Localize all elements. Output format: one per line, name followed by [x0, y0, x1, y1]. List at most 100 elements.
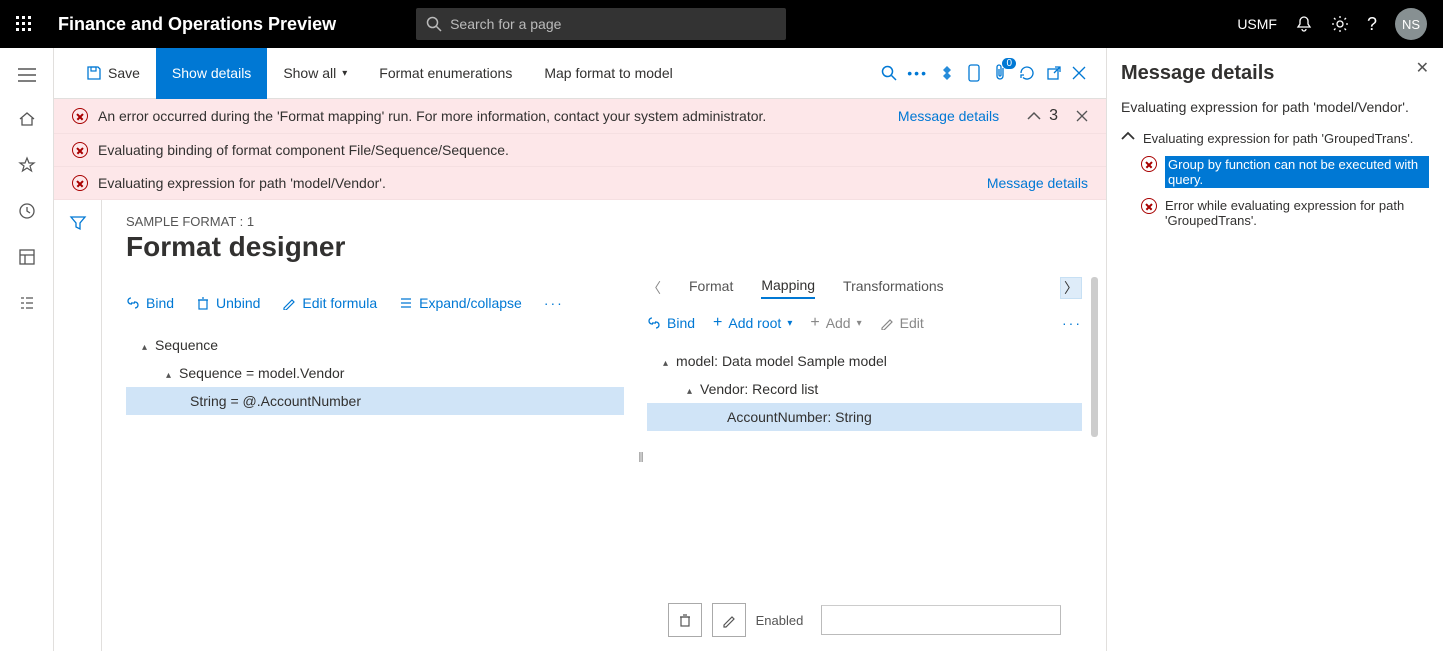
popout-icon[interactable] — [1046, 65, 1062, 81]
topbar: Finance and Operations Preview Search fo… — [0, 0, 1443, 48]
chevron-down-icon: ▾ — [787, 318, 792, 329]
error-row: Evaluating binding of format component F… — [54, 134, 1106, 167]
add-root-button[interactable]: +Add root▾ — [713, 315, 792, 331]
save-icon — [86, 65, 102, 81]
bell-icon[interactable] — [1295, 15, 1313, 33]
msg-text: Error while evaluating expression for pa… — [1165, 198, 1429, 228]
modules-icon[interactable] — [18, 294, 36, 312]
save-label: Save — [108, 65, 140, 81]
tree-node[interactable]: Sequence — [126, 331, 624, 359]
expand-collapse-button[interactable]: Expand/collapse — [399, 295, 522, 311]
message-details-link[interactable]: Message details — [987, 175, 1088, 191]
page-title: Format designer — [126, 231, 1082, 263]
error-text: Evaluating binding of format component F… — [98, 142, 509, 158]
error-icon — [1141, 198, 1157, 214]
filter-column — [54, 200, 102, 651]
star-icon[interactable] — [18, 156, 36, 174]
tab-transformations[interactable]: Transformations — [843, 278, 944, 298]
global-search[interactable]: Search for a page — [416, 8, 786, 40]
tree-node-selected[interactable]: String = @.AccountNumber — [126, 387, 624, 415]
edit-button[interactable] — [712, 603, 746, 637]
splitter-vertical[interactable]: ‖ — [636, 277, 646, 637]
format-enumerations-button[interactable]: Format enumerations — [363, 48, 528, 99]
message-details-panel: ✕ Message details Evaluating expression … — [1106, 48, 1443, 651]
tab-mapping[interactable]: Mapping — [761, 277, 815, 299]
phone-icon[interactable] — [966, 64, 982, 82]
show-all-button[interactable]: Show all ▾ — [267, 48, 363, 99]
clock-icon[interactable] — [18, 202, 36, 220]
diamond-icon[interactable] — [938, 64, 956, 82]
edit-formula-button[interactable]: Edit formula — [282, 295, 377, 311]
left-nav — [0, 48, 54, 651]
map-format-label: Map format to model — [544, 65, 672, 81]
company-code[interactable]: USMF — [1237, 16, 1277, 32]
panel-title: Message details — [1121, 62, 1429, 85]
add-button: +Add▾ — [810, 315, 861, 331]
chevron-up-icon[interactable] — [1121, 131, 1135, 141]
tree-node[interactable]: Sequence = model.Vendor — [126, 359, 624, 387]
search-icon — [426, 16, 442, 32]
dismiss-icon[interactable] — [1076, 110, 1088, 122]
badge-count: 0 — [1002, 58, 1016, 69]
error-text: Evaluating expression for path 'model/Ve… — [98, 175, 386, 191]
collapse-icon[interactable] — [1027, 111, 1041, 121]
filter-icon[interactable] — [69, 214, 87, 651]
search-placeholder: Search for a page — [450, 16, 561, 32]
app-launcher-icon[interactable] — [0, 0, 48, 48]
model-node-selected[interactable]: AccountNumber: String — [647, 403, 1082, 431]
error-row: Evaluating expression for path 'model/Ve… — [54, 167, 1106, 200]
enabled-label: Enabled — [756, 613, 804, 628]
show-details-button[interactable]: Show details — [156, 48, 267, 99]
model-node[interactable]: model: Data model Sample model — [647, 347, 1082, 375]
designer-area: SAMPLE FORMAT : 1 Format designer Bind U… — [54, 200, 1106, 651]
map-format-button[interactable]: Map format to model — [528, 48, 688, 99]
chevron-down-icon: ▾ — [342, 68, 347, 79]
avatar[interactable]: NS — [1395, 8, 1427, 40]
bind-button[interactable]: Bind — [647, 315, 695, 331]
app-title: Finance and Operations Preview — [48, 14, 356, 35]
error-icon — [72, 108, 88, 124]
show-all-label: Show all — [283, 65, 336, 81]
gear-icon[interactable] — [1331, 15, 1349, 33]
workspace-icon[interactable] — [18, 248, 36, 266]
toolbar-left: Bind Unbind Edit formula Expand/collapse… — [126, 295, 624, 311]
tab-prev-icon[interactable]: 〈 — [647, 278, 661, 298]
msg-row: Evaluating expression for path 'GroupedT… — [1121, 131, 1429, 146]
save-button[interactable]: Save — [70, 48, 156, 99]
more-icon[interactable]: ··· — [544, 295, 564, 311]
close-icon[interactable]: ✕ — [1416, 58, 1429, 78]
error-count: 3 — [1049, 107, 1058, 125]
bind-button[interactable]: Bind — [126, 295, 174, 311]
show-details-label: Show details — [172, 65, 251, 81]
msg-row: Error while evaluating expression for pa… — [1121, 198, 1429, 228]
error-icon — [1141, 156, 1157, 172]
breadcrumb: SAMPLE FORMAT : 1 — [126, 214, 1082, 229]
help-icon[interactable]: ? — [1367, 14, 1377, 35]
command-bar: Save Show details Show all ▾ Format enume… — [54, 48, 1106, 99]
msg-row: Group by function can not be executed wi… — [1121, 156, 1429, 188]
home-icon[interactable] — [18, 110, 36, 128]
close-icon[interactable] — [1072, 66, 1086, 80]
tab-next-icon[interactable]: 〉 — [1060, 277, 1082, 299]
refresh-icon[interactable] — [1018, 64, 1036, 82]
error-icon — [72, 142, 88, 158]
scrollbar-thumb[interactable] — [1091, 277, 1098, 437]
error-row: An error occurred during the 'Format map… — [54, 99, 1106, 134]
error-text: An error occurred during the 'Format map… — [98, 108, 766, 124]
enabled-field[interactable] — [821, 605, 1061, 635]
tab-format[interactable]: Format — [689, 278, 733, 298]
error-icon — [72, 175, 88, 191]
more-icon[interactable]: ··· — [1062, 315, 1082, 331]
msg-text-highlight[interactable]: Group by function can not be executed wi… — [1165, 156, 1429, 188]
hamburger-icon[interactable] — [18, 68, 36, 82]
more-icon[interactable]: ••• — [907, 65, 928, 81]
unbind-button[interactable]: Unbind — [196, 295, 260, 311]
message-details-link[interactable]: Message details — [898, 108, 999, 124]
search-icon[interactable] — [881, 65, 897, 81]
attachment-icon[interactable]: 0 — [992, 64, 1008, 82]
toolbar-right: Bind +Add root▾ +Add▾ Edit ··· — [647, 315, 1082, 331]
edit-button: Edit — [880, 315, 924, 331]
delete-button[interactable] — [668, 603, 702, 637]
error-bar: An error occurred during the 'Format map… — [54, 99, 1106, 200]
model-node[interactable]: Vendor: Record list — [647, 375, 1082, 403]
